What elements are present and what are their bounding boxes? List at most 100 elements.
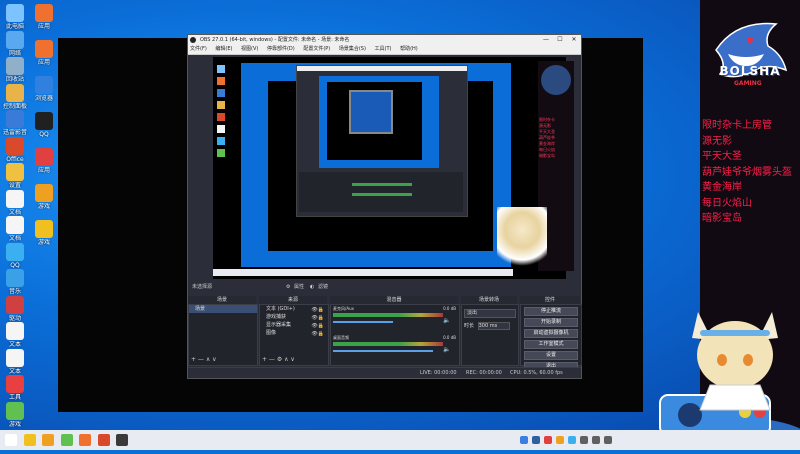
app-icon [6, 136, 24, 155]
desktop-icon-label: 游戏 [37, 239, 50, 246]
gear-icon[interactable]: ⚙ [286, 283, 290, 292]
app-icon [6, 242, 24, 261]
taskbar-app-icon[interactable] [60, 434, 73, 446]
close-icon[interactable]: ✕ [567, 35, 581, 45]
desktop-icon[interactable]: 应用 [30, 40, 58, 66]
desktop-icon[interactable]: 应用 [30, 4, 58, 30]
desktop-icon[interactable]: 控制面板 [1, 83, 29, 110]
desktop-icon[interactable]: 迅雷影音 [1, 110, 29, 136]
duration-input[interactable]: 300 ms [477, 322, 510, 330]
taskbar [0, 430, 800, 450]
settings-button[interactable]: 设置 [524, 351, 578, 360]
transitions-dock-title: 场景转场 [461, 296, 517, 304]
menu-edit[interactable]: 编辑(E) [215, 46, 232, 52]
volume-slider[interactable] [333, 350, 433, 352]
app-icon [6, 322, 24, 340]
mixer-meter [333, 342, 443, 346]
desktop-icon[interactable]: 文本 [1, 348, 29, 375]
taskbar-app-icon[interactable] [23, 434, 36, 446]
desktop-icon-label: 网络 [8, 49, 21, 57]
tray-icon[interactable] [592, 436, 600, 444]
virtual-camera-button[interactable]: 启动虚拟摄像机 [524, 329, 578, 338]
desktop-icon[interactable]: 此电脑 [1, 4, 29, 30]
filter-icon[interactable]: ◐ [310, 283, 314, 292]
desktop-icon[interactable]: 回收站 [1, 57, 29, 83]
desktop-icon[interactable]: 设置 [1, 163, 29, 189]
taskbar-app-icon[interactable] [97, 434, 110, 446]
desktop-icon[interactable]: 文档 [1, 216, 29, 242]
studio-mode-button[interactable]: 工作室模式 [524, 340, 578, 349]
no-source-label: 未选择源 [192, 284, 213, 290]
desktop-icon-label: 音乐 [8, 288, 21, 295]
source-visibility-icons[interactable]: 👁🔒 👁🔒 👁🔒 👁🔒 [311, 306, 324, 338]
tray-icon[interactable] [520, 436, 528, 444]
scenes-controls[interactable]: + — ∧ ∨ [191, 356, 217, 363]
menu-file[interactable]: 文件(F) [190, 46, 207, 52]
desktop-icon[interactable]: QQ [1, 242, 29, 269]
desktop-icon[interactable]: 游戏 [30, 184, 58, 210]
menu-help[interactable]: 帮助(H) [400, 46, 418, 52]
taskbar-app-icon[interactable] [116, 434, 128, 446]
desktop-icon[interactable]: 浏览器 [30, 76, 58, 102]
promo-line: 葫芦娃爷爷烟雾头盔 [702, 166, 792, 178]
menu-profile[interactable]: 配置文件(P) [303, 46, 330, 52]
app-icon [35, 76, 53, 94]
obs-titlebar: OBS 27.0.1 (64-bit, windows) - 配置文件: 未命名… [188, 35, 581, 45]
obs-preview[interactable]: 限时杂卡 源无影 平天大圣 葫芦娃爷 黄金海岸 每日火焰 暗影宝岛 [213, 57, 574, 279]
promo-line: 暗影宝岛 [702, 213, 742, 224]
app-icon [35, 112, 53, 130]
menu-tools[interactable]: 工具(T) [375, 46, 392, 52]
tray-icon[interactable] [568, 436, 576, 444]
desktop-icon-label: 文本 [8, 367, 21, 375]
taskbar-app-icon[interactable] [42, 434, 54, 446]
sources-controls[interactable]: + — ⚙ ∧ ∨ [262, 356, 295, 363]
tray-icon[interactable] [580, 436, 588, 444]
tray-icon[interactable] [556, 436, 564, 444]
desktop-icon-label: 控制面板 [2, 102, 27, 110]
menu-view[interactable]: 视图(V) [241, 46, 258, 52]
desktop-icon[interactable]: 应用 [30, 148, 58, 174]
filters-button[interactable]: 滤镜 [318, 283, 328, 292]
source-toolbar: 未选择源 ⚙ 属性 ◐ 滤镜 [188, 283, 581, 292]
desktop-icon[interactable]: Office [1, 136, 29, 163]
properties-button[interactable]: 属性 [294, 283, 304, 292]
cpu-status: CPU: 0.5%, 60.00 fps [510, 370, 563, 376]
desktop-icon-label: QQ [39, 131, 49, 138]
scene-item[interactable]: 场景 [189, 305, 257, 313]
controls-dock-title: 控件 [520, 296, 580, 304]
taskbar-app-icon[interactable] [79, 434, 91, 446]
desktop-icon[interactable]: 文档 [1, 189, 29, 216]
tray-icon[interactable] [604, 436, 612, 444]
desktop-icon[interactable]: 工具 [1, 375, 29, 401]
volume-slider[interactable] [333, 321, 393, 323]
mixer-channel-level: 0.0 dB [443, 335, 456, 340]
tray-icon[interactable] [532, 436, 540, 444]
start-recording-button[interactable]: 开始录制 [524, 318, 578, 327]
app-icon [35, 148, 53, 166]
logo-subtext: GAMING [734, 80, 762, 87]
maximize-icon[interactable]: ☐ [553, 35, 567, 45]
menu-scene-collection[interactable]: 场景集合(S) [339, 46, 366, 52]
transition-select[interactable]: 淡出 [464, 309, 516, 318]
desktop-icon-label: 浏览器 [34, 95, 53, 102]
stop-streaming-button[interactable]: 停止推流 [524, 307, 578, 316]
desktop-icon[interactable]: 文本 [1, 322, 29, 348]
mixer-meter [333, 313, 443, 317]
desktop-icon[interactable]: 游戏 [1, 401, 29, 428]
desktop-icon[interactable]: 驱动 [1, 295, 29, 322]
app-icon [6, 216, 24, 234]
desktop-icon[interactable]: QQ [30, 112, 58, 138]
minimize-icon[interactable]: — [539, 35, 553, 45]
desktop-icon-label: 文本 [8, 341, 21, 348]
taskbar-app-icon[interactable] [5, 434, 17, 446]
app-icon [35, 40, 53, 58]
speaker-icon[interactable]: 🔈 [443, 346, 450, 353]
desktop-icon[interactable]: 网络 [1, 30, 29, 57]
tray-icon[interactable] [544, 436, 552, 444]
menu-docks[interactable]: 停靠部件(D) [267, 46, 295, 52]
desktop-icon-label: 此电脑 [5, 23, 24, 30]
app-icon [6, 375, 24, 393]
desktop-icon[interactable]: 游戏 [30, 220, 58, 246]
speaker-icon[interactable]: 🔈 [443, 317, 450, 324]
desktop-icon[interactable]: 音乐 [1, 269, 29, 295]
